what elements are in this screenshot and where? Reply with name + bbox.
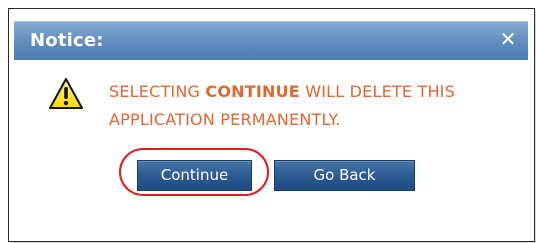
warning-icon: [49, 78, 83, 109]
message-prefix: SELECTING: [109, 82, 206, 101]
dialog-titlebar: Notice: ✕: [14, 21, 528, 60]
dialog-title: Notice:: [30, 30, 104, 51]
warning-message: SELECTING CONTINUE WILL DELETE THIS APPL…: [109, 78, 519, 134]
message-emphasis: CONTINUE: [205, 82, 300, 101]
close-icon[interactable]: ✕: [498, 29, 518, 49]
go-back-button[interactable]: Go Back: [274, 160, 415, 191]
continue-button[interactable]: Continue: [137, 160, 252, 191]
notice-dialog: Notice: ✕ SELECTING CONTINUE WILL DELETE…: [8, 8, 535, 242]
